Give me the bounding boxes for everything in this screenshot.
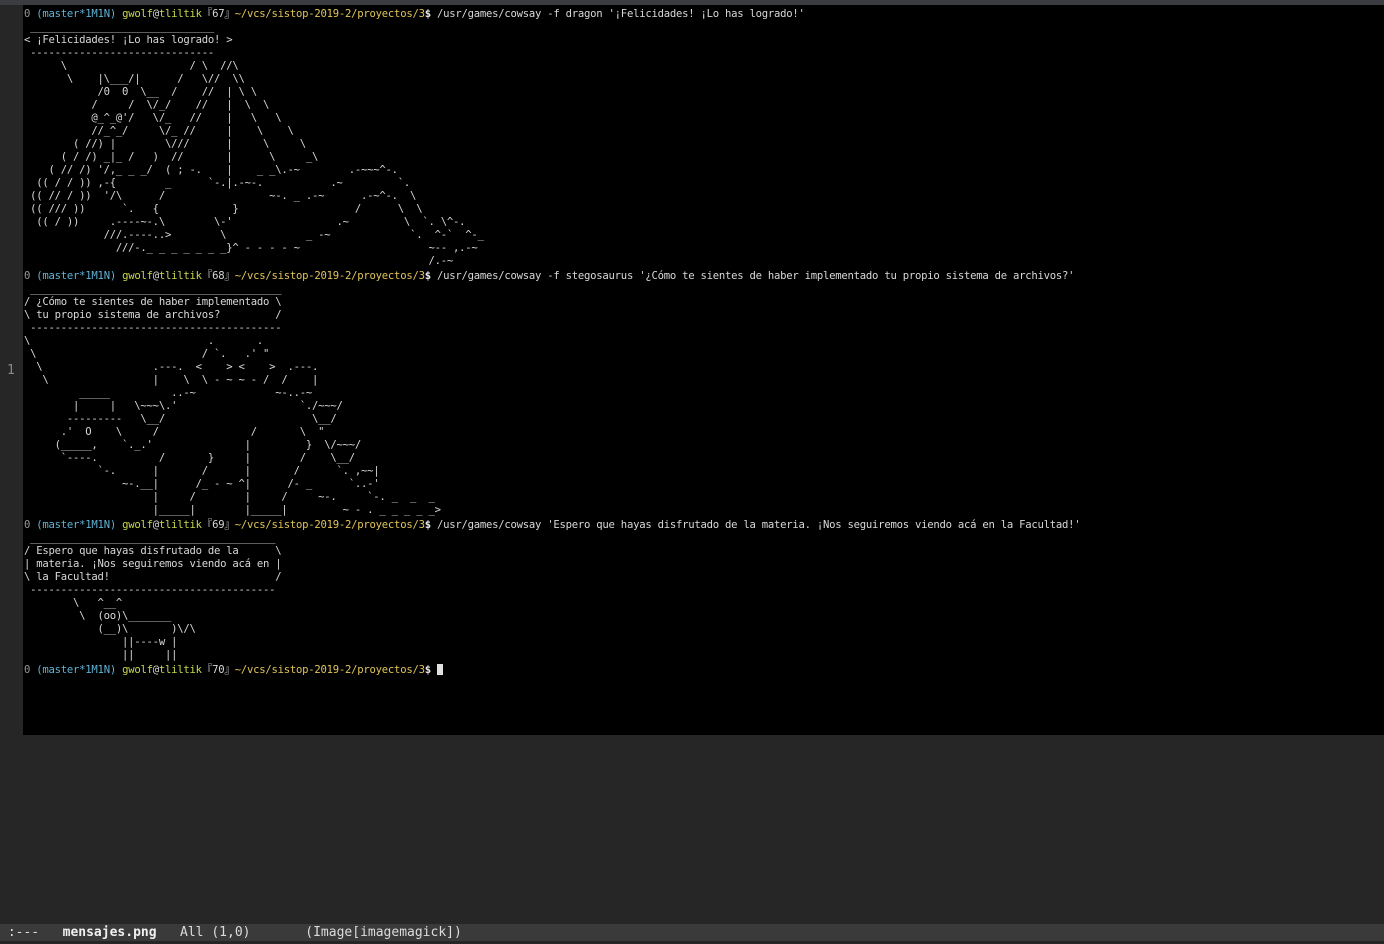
output-line: (_____, `._.' | } \/~~~/ xyxy=(24,439,362,451)
prompt-branch: (master*1M1N) xyxy=(36,664,116,676)
prompt-status: 0 xyxy=(24,664,31,676)
command-text: /usr/games/cowsay -f stegosaurus '¿Cómo … xyxy=(430,270,1075,282)
prompt-branch: (master*1M1N) xyxy=(36,519,116,531)
output-line: | | \~~~\.' `./~~~/ xyxy=(24,400,343,412)
output-line: (( / )) .----~-.\ \-' .~ \ `. \^-. xyxy=(24,216,466,228)
output-line: / Espero que hayas disfrutado de la \ xyxy=(24,545,282,557)
prompt-user: gwolf xyxy=(122,519,153,531)
terminal-cursor xyxy=(436,664,443,675)
prompt-status: 0 xyxy=(24,8,31,20)
output-line: < ¡Felicidades! ¡Lo has logrado! > xyxy=(24,34,233,46)
output-line: | / | / ~-. `-. _ _ _ xyxy=(24,491,435,503)
output-line: ---------------------------------------- xyxy=(24,584,276,596)
prompt-path: ~/vcs/sistop-2019-2/proyectos/3 xyxy=(234,270,425,282)
buffer-position: All (1,0) xyxy=(180,925,251,940)
output-line: / ¿Cómo te sientes de haber implementado… xyxy=(24,296,282,308)
output-line: (( / / )) ,-{ _ `-.|.-~-. .~ `. xyxy=(24,177,411,189)
output-line: ~-.__| /_ - ~ ^| /- _ `..-' xyxy=(24,478,380,490)
prompt-host: tliltik xyxy=(158,270,202,282)
image-display[interactable]: 0 (master*1M1N) gwolf@tliltik『67』~/vcs/s… xyxy=(23,5,1384,735)
output-line: ______________________________ xyxy=(24,21,214,33)
output-line: .' O \ / / \ " xyxy=(24,426,325,438)
command-text: /usr/games/cowsay 'Espero que hayas disf… xyxy=(430,519,1081,531)
output-line: \ ^__^ xyxy=(24,597,123,609)
prompt-host: tliltik xyxy=(158,519,202,531)
prompt-line: 0 (master*1M1N) gwolf@tliltik『68』~/vcs/s… xyxy=(24,270,1075,283)
output-line: \ / \ //\ xyxy=(24,60,239,72)
output-line: ------------------------------ xyxy=(24,47,214,59)
output-line: \ |\___/| / \// \\ xyxy=(24,73,245,85)
prompt-status: 0 xyxy=(24,519,31,531)
output-line: `-. | / | / `. ,~~| xyxy=(24,465,380,477)
prompt-line: 0 (master*1M1N) gwolf@tliltik『67』~/vcs/s… xyxy=(24,8,805,21)
output-line: --------- \__/ \__/ xyxy=(24,413,337,425)
output-line: || || xyxy=(24,649,178,661)
output-line: (( // / )) '/\ / ~-. _ .-~ .-~^-. \ xyxy=(24,190,417,202)
major-mode[interactable]: (Image[imagemagick]) xyxy=(305,925,462,940)
output-line: |_____| |_____| ~ - . _ _ _ _ _> xyxy=(24,504,441,516)
prompt-status: 0 xyxy=(24,270,31,282)
prompt-line: 0 (master*1M1N) gwolf@tliltik『69』~/vcs/s… xyxy=(24,519,1081,532)
output-line: @_^_@'/ \/_ // | \ \ xyxy=(24,112,282,124)
output-line: / / \/_/ // | \ \ xyxy=(24,99,270,111)
prompt-host: tliltik xyxy=(158,8,202,20)
prompt-number: 『67』 xyxy=(201,8,235,20)
output-line: ( / /) _|_ / ) // | \ _\ xyxy=(24,151,319,163)
output-line: /.-~ xyxy=(24,255,453,267)
output-line: \ | \ \ - ~ ~ - / / | xyxy=(24,374,319,386)
prompt-branch: (master*1M1N) xyxy=(36,8,116,20)
output-line: ///-._ _ _ _ _ _ _}^ - - - - ~ ~-- ,.-~ xyxy=(24,242,478,254)
line-number: 1 xyxy=(7,363,15,378)
output-line: \ la Facultad! / xyxy=(24,571,282,583)
line-number-gutter: 1 xyxy=(0,5,22,924)
prompt-path: ~/vcs/sistop-2019-2/proyectos/3 xyxy=(234,8,425,20)
prompt-number: 『69』 xyxy=(201,519,235,531)
prompt-user: gwolf xyxy=(122,664,153,676)
prompt-user: gwolf xyxy=(122,270,153,282)
prompt-branch: (master*1M1N) xyxy=(36,270,116,282)
mode-line: :--- mensajes.png All (1,0) (Image[image… xyxy=(0,924,1384,941)
prompt-path: ~/vcs/sistop-2019-2/proyectos/3 xyxy=(234,664,425,676)
output-line: \ tu propio sistema de archivos? / xyxy=(24,309,282,321)
command-text: /usr/games/cowsay -f dragon '¡Felicidade… xyxy=(430,8,805,20)
prompt-user: gwolf xyxy=(122,8,153,20)
output-line: _____ ..-~ ~-..-~ xyxy=(24,387,313,399)
output-line: \ / `. .' " xyxy=(24,348,270,360)
prompt-line: 0 (master*1M1N) gwolf@tliltik『70』~/vcs/s… xyxy=(24,664,443,677)
output-line: \ .---. < > < > .---. xyxy=(24,361,319,373)
output-line: (( /// )) `. { } / \ \ xyxy=(24,203,423,215)
prompt-number: 『68』 xyxy=(201,270,235,282)
output-line: ( // /) '/,_ _ _/ ( ; -. | _ _\.-~ .-~~~… xyxy=(24,164,399,176)
output-line: ________________________________________ xyxy=(24,532,276,544)
output-line: `----. / } | / \__/ xyxy=(24,452,355,464)
output-line: (__)\ )\/\ xyxy=(24,623,196,635)
output-line: ----------------------------------------… xyxy=(24,322,282,334)
output-line: ( //) | \/// | \ \ xyxy=(24,138,306,150)
buffer-name[interactable]: mensajes.png xyxy=(63,925,157,940)
prompt-symbol: $ xyxy=(424,664,431,676)
output-line: ________________________________________… xyxy=(24,283,282,295)
prompt-host: tliltik xyxy=(158,664,202,676)
output-line: /0 0 \__ / // | \ \ xyxy=(24,86,258,98)
output-line: ||----w | xyxy=(24,636,178,648)
output-line: \ . . xyxy=(24,335,263,347)
output-line: //_^_/ \/_ // | \ \ xyxy=(24,125,294,137)
output-line: | materia. ¡Nos seguiremos viendo acá en… xyxy=(24,558,282,570)
output-line: ///.----..> \ _ -~ `. ^-` ^-_ xyxy=(24,229,484,241)
modeline-state: :--- xyxy=(0,925,40,940)
output-line: \ (oo)\_______ xyxy=(24,610,172,622)
prompt-number: 『70』 xyxy=(201,664,235,676)
prompt-path: ~/vcs/sistop-2019-2/proyectos/3 xyxy=(234,519,425,531)
